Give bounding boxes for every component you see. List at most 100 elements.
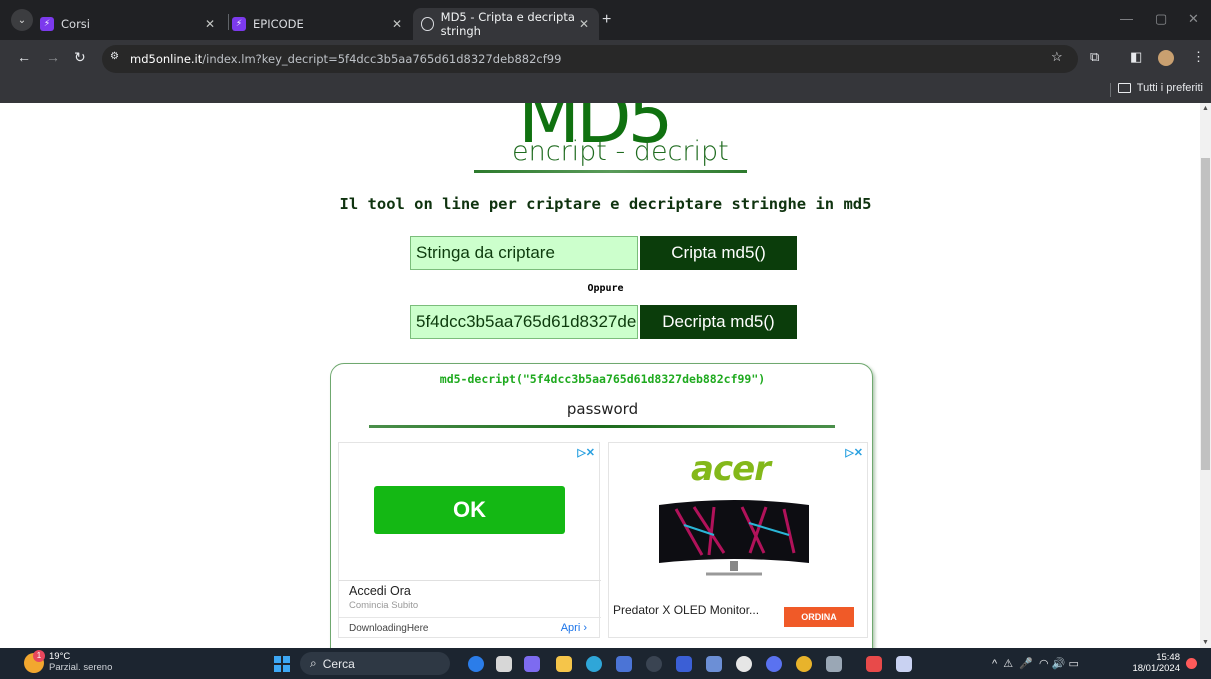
scroll-down-icon[interactable]: ▼ (1202, 639, 1209, 646)
decrypt-button[interactable]: Decripta md5() (640, 305, 797, 339)
tab-label: Corsi (61, 17, 90, 31)
github-icon[interactable] (736, 656, 752, 672)
page-scrollbar[interactable]: ▲ ▼ (1200, 103, 1211, 648)
result-panel: md5-decript("5f4dcc3b5aa765d61d8327deb88… (330, 363, 873, 648)
search-label: Cerca (322, 656, 355, 671)
side-panel-icon[interactable]: ◧ (1130, 49, 1142, 65)
task-view-icon[interactable] (496, 656, 512, 672)
scroll-up-icon[interactable]: ▲ (1202, 105, 1209, 112)
close-tab-icon[interactable]: ✕ (579, 17, 589, 31)
ad-source: DownloadingHere (349, 623, 429, 634)
folder-icon (1117, 83, 1131, 93)
ad-cta-row: DownloadingHere Apri › (339, 617, 601, 639)
tab-corsi[interactable]: ⚡ Corsi ✕ (40, 8, 225, 40)
system-tray[interactable]: ^ ⚠ 🎤 ◠ 🔊 ▭ (992, 657, 1079, 670)
result-underline (369, 425, 835, 428)
bing-icon[interactable] (468, 656, 484, 672)
forward-icon[interactable]: → (46, 49, 60, 65)
url-domain: md5online.it (130, 52, 203, 66)
weather-icon: 1 (24, 649, 45, 673)
site-info-icon[interactable]: ⚙ (110, 51, 128, 67)
address-bar[interactable]: ⚙ md5online.it/index.lm?key_decript=5f4d… (102, 45, 1078, 73)
adchoices-icon[interactable]: ▷✕ (577, 446, 595, 459)
url-text: md5online.it/index.lm?key_decript=5f4dcc… (130, 52, 561, 66)
chat-icon[interactable] (524, 656, 540, 672)
bookmark-star-icon[interactable]: ☆ (1051, 49, 1063, 65)
app-icon[interactable] (646, 656, 662, 672)
menu-kebab-icon[interactable]: ⋮ (1192, 49, 1205, 65)
ad-order-button[interactable]: ORDINA (784, 607, 854, 627)
close-tab-icon[interactable]: ✕ (205, 17, 215, 31)
logo-underline (474, 170, 747, 173)
minimize-icon[interactable]: — (1120, 11, 1133, 26)
weather-temp: 19°C (49, 651, 71, 662)
bookmarks-separator (1110, 83, 1111, 97)
virtualbox-icon[interactable] (826, 656, 842, 672)
all-bookmarks-folder[interactable]: Tutti i preferiti (1117, 82, 1203, 94)
back-icon[interactable]: ← (17, 49, 31, 65)
snipping-tool-icon[interactable] (896, 656, 912, 672)
discord-icon[interactable] (766, 656, 782, 672)
xbox-icon[interactable] (706, 656, 722, 672)
ad-subtitle: Comincia Subito (349, 600, 419, 611)
bookmarks-bar: Tutti i preferiti (0, 77, 1211, 103)
clock[interactable]: 15:48 18/01/2024 (1128, 652, 1180, 674)
epicode-favicon-icon: ⚡ (232, 17, 246, 31)
adchoices-icon[interactable]: ▷✕ (845, 446, 863, 459)
visual-studio-icon[interactable] (676, 656, 692, 672)
tab-bar: ⌄ ⚡ Corsi ✕ ⚡ EPICODE ✕ MD5 - Cripta e d… (0, 0, 1211, 40)
acer-logo: acer (691, 449, 771, 489)
clock-date: 18/01/2024 (1132, 663, 1180, 674)
chrome-icon[interactable] (796, 656, 812, 672)
ad-open-label: Apri (560, 622, 581, 634)
windows-start-icon[interactable] (274, 656, 290, 672)
store-icon[interactable] (616, 656, 632, 672)
page-content: MD5 encript - decript Il tool on line pe… (0, 103, 1200, 648)
tab-separator (228, 14, 229, 30)
decrypt-input[interactable]: 5f4dcc3b5aa765d61d8327deb882cf99 (410, 305, 638, 339)
tab-epicode[interactable]: ⚡ EPICODE ✕ (232, 8, 412, 40)
pomodoro-icon[interactable] (866, 656, 882, 672)
windows-taskbar: 1 19°C Parzial. sereno ⌕ Cerca ^ ⚠ 🎤 ◠ 🔊 … (0, 648, 1211, 679)
page-headline: Il tool on line per criptare e decriptar… (339, 195, 872, 213)
extensions-icon[interactable]: ⧉ (1090, 49, 1099, 65)
tab-md5[interactable]: MD5 - Cripta e decripta stringh ✕ (413, 8, 599, 40)
window-close-icon[interactable]: ✕ (1188, 11, 1199, 27)
ad-banner-right[interactable]: ▷✕ acer Predator X OLED Monitor... ORDIN… (608, 442, 868, 638)
scroll-thumb[interactable] (1201, 158, 1210, 470)
profile-avatar[interactable] (1158, 50, 1174, 66)
weather-desc: Parzial. sereno (49, 662, 113, 673)
taskbar-search[interactable]: ⌕ Cerca (300, 652, 450, 675)
logo-subtitle: encript - decript (512, 136, 729, 167)
ad-ok-button[interactable]: OK (374, 486, 565, 534)
weather-widget[interactable]: 1 19°C Parzial. sereno (24, 649, 113, 673)
tab-label: EPICODE (253, 17, 304, 31)
reload-icon[interactable]: ↻ (74, 49, 86, 66)
file-explorer-icon[interactable] (556, 656, 572, 672)
monitor-image (659, 500, 809, 576)
tab-search-button[interactable]: ⌄ (11, 9, 33, 31)
ad-divider (339, 580, 601, 581)
notification-bell-icon[interactable] (1186, 658, 1197, 669)
clock-time: 15:48 (1156, 652, 1180, 663)
weather-badge: 1 (33, 649, 45, 662)
epicode-favicon-icon: ⚡ (40, 17, 54, 31)
edge-icon[interactable] (586, 656, 602, 672)
search-icon: ⌕ (310, 656, 317, 670)
ad-title[interactable]: Predator X OLED Monitor... (613, 603, 759, 617)
maximize-icon[interactable]: ▢ (1155, 11, 1167, 27)
tab-label: MD5 - Cripta e decripta stringh (440, 10, 575, 38)
or-label: Oppure (587, 283, 624, 294)
ad-open-link[interactable]: Apri › (561, 622, 587, 634)
new-tab-icon[interactable]: + (602, 11, 611, 29)
encrypt-input[interactable]: Stringa da criptare (410, 236, 638, 270)
chevron-right-icon: › (583, 622, 587, 634)
ad-banner-left[interactable]: ▷✕ OK Accedi Ora Comincia Subito Downloa… (338, 442, 601, 639)
ad-title[interactable]: Accedi Ora (349, 584, 411, 598)
close-tab-icon[interactable]: ✕ (392, 17, 402, 31)
encrypt-button[interactable]: Cripta md5() (640, 236, 797, 270)
result-title: md5-decript("5f4dcc3b5aa765d61d8327deb88… (439, 372, 766, 386)
url-path: /index.lm?key_decript=5f4dcc3b5aa765d61d… (202, 52, 562, 66)
result-value: password (566, 400, 639, 418)
globe-icon (421, 17, 434, 31)
